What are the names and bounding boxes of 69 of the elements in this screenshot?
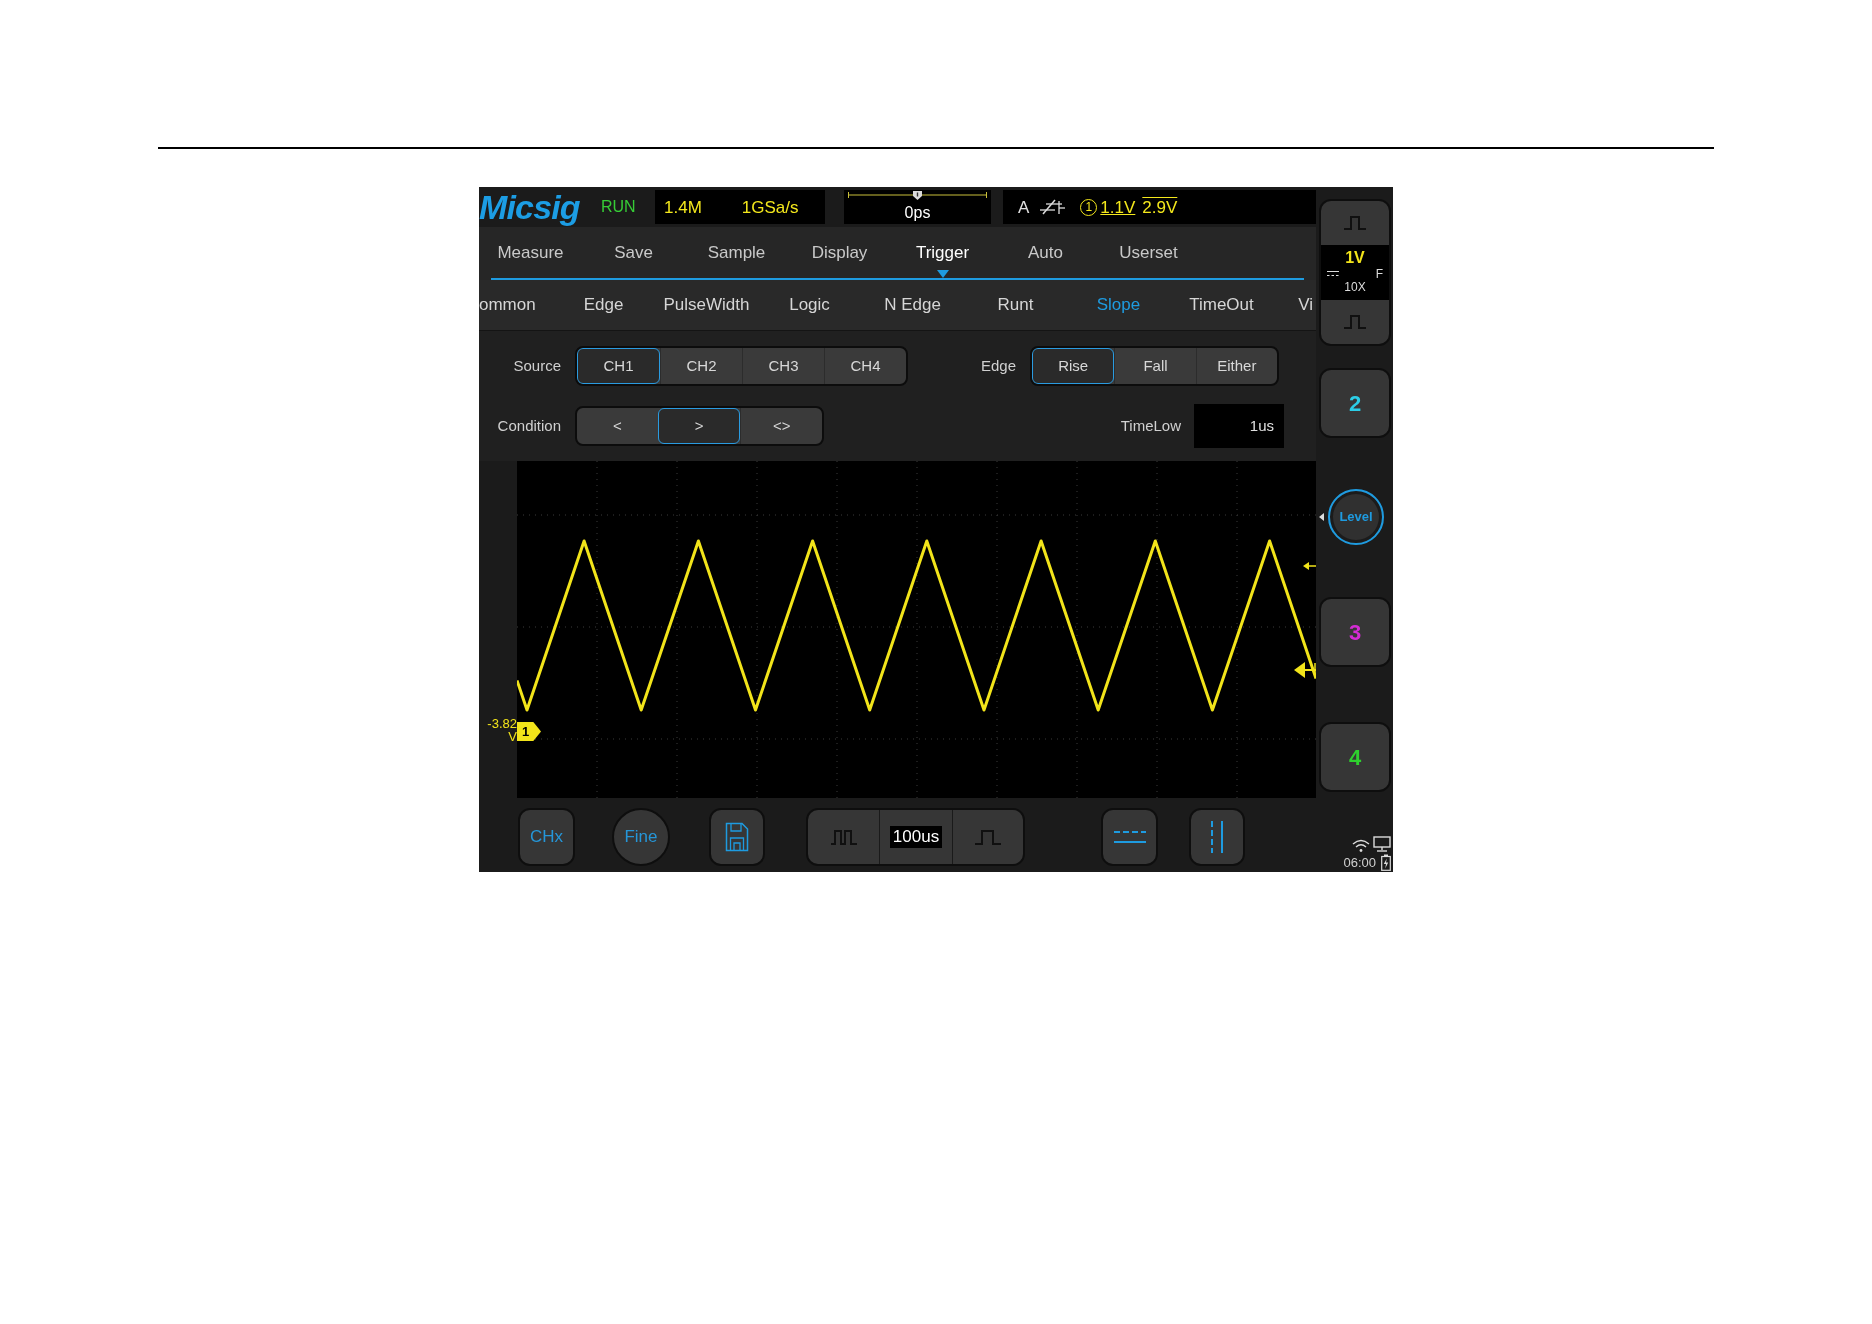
trigger-type-tab[interactable]: Vi	[1273, 280, 1316, 330]
pulse-train-icon	[829, 829, 858, 845]
clock-label: 06:00	[1343, 856, 1376, 869]
channel-ground-marker: 1	[517, 722, 541, 741]
dc-coupling-icon	[1327, 270, 1339, 277]
setting-label: TimeLow	[1120, 415, 1181, 436]
position-bar-icon	[847, 191, 988, 200]
fine-button[interactable]: Fine	[612, 808, 670, 866]
pointer-triangle-icon	[1319, 513, 1324, 521]
pulse-icon	[974, 829, 1002, 845]
option-button[interactable]: >	[657, 408, 741, 444]
probe-ratio-label: 10X	[1344, 281, 1366, 293]
time-low-field[interactable]: 1us	[1194, 404, 1284, 448]
setting-label: Source	[513, 355, 561, 376]
option-button[interactable]: <	[577, 408, 658, 444]
trigger-type-tab[interactable]: Edge	[552, 280, 655, 330]
option-button[interactable]: Rise	[1032, 348, 1115, 384]
pulse-icon	[1343, 314, 1367, 330]
horizontal-cursors-icon	[1112, 829, 1147, 845]
trigger-type-tab[interactable]: Logic	[758, 280, 861, 330]
trigger-type-tab[interactable]: TimeOut	[1170, 280, 1273, 330]
option-button[interactable]: <>	[740, 408, 822, 444]
menu-tab[interactable]: Userset	[1097, 227, 1200, 278]
memory-depth-label: 1.4M	[664, 198, 702, 216]
time-offset-label: 0ps	[904, 205, 931, 221]
monitor-icon	[1373, 836, 1391, 852]
option-button[interactable]: Fall	[1114, 348, 1196, 384]
run-status: RUN	[601, 199, 636, 215]
trigger-type-label: A	[1018, 198, 1030, 216]
brand-logo: Micsig	[479, 190, 580, 224]
option-button[interactable]: CH1	[577, 348, 660, 384]
slope-trigger-icon	[1040, 199, 1067, 215]
high-level-label: 2.9V	[1142, 198, 1178, 216]
horizontal-cursor-button[interactable]	[1101, 808, 1158, 866]
menu-tab[interactable]: Save	[582, 227, 685, 278]
trigger-type-tab[interactable]: N Edge	[861, 280, 964, 330]
menu-tab[interactable]: Sample	[685, 227, 788, 278]
menu-tab[interactable]: Measure	[479, 227, 582, 278]
bandwidth-label: F	[1375, 267, 1383, 280]
trigger-type-tab[interactable]: Slope	[1067, 280, 1170, 330]
channel-select-button[interactable]: CHx	[518, 808, 575, 866]
channel-button[interactable]: 4	[1319, 722, 1391, 792]
pulse-icon	[1343, 215, 1367, 231]
option-button[interactable]: CH4	[824, 348, 906, 384]
timebase-value: 100us	[889, 826, 943, 848]
save-button[interactable]	[709, 808, 765, 866]
setting-label: Edge	[980, 355, 1016, 376]
setting-label: Condition	[497, 415, 561, 436]
trigger-type-tab[interactable]: Runt	[964, 280, 1067, 330]
vertical-cursor-button[interactable]	[1189, 808, 1245, 866]
option-button[interactable]: Either	[1195, 348, 1277, 384]
trigger-type-tab[interactable]: ommon	[479, 280, 552, 330]
menu-tab[interactable]: Trigger	[891, 227, 994, 278]
offset-label: -3.82 V	[486, 717, 517, 743]
vertical-cursors-icon	[1209, 820, 1225, 854]
vertical-scale-label: 1V	[1345, 250, 1365, 266]
menu-tab[interactable]: Auto	[994, 227, 1097, 278]
level-knob[interactable]: Level	[1328, 489, 1384, 545]
wifi-icon	[1352, 839, 1370, 852]
trigger-level-marker-icon	[1294, 662, 1316, 678]
low-level-label: 1.1V	[1100, 198, 1136, 216]
channel-button[interactable]: 2	[1319, 368, 1391, 438]
sample-rate-label: 1GSa/s	[741, 198, 799, 216]
trigger-type-tab[interactable]: PulseWidth	[655, 280, 758, 330]
battery-icon	[1381, 854, 1391, 871]
option-button[interactable]: CH2	[660, 348, 742, 384]
option-button[interactable]: CH3	[742, 348, 824, 384]
trigger-level-marker-icon	[1303, 561, 1316, 571]
menu-tab[interactable]: Display	[788, 227, 891, 278]
